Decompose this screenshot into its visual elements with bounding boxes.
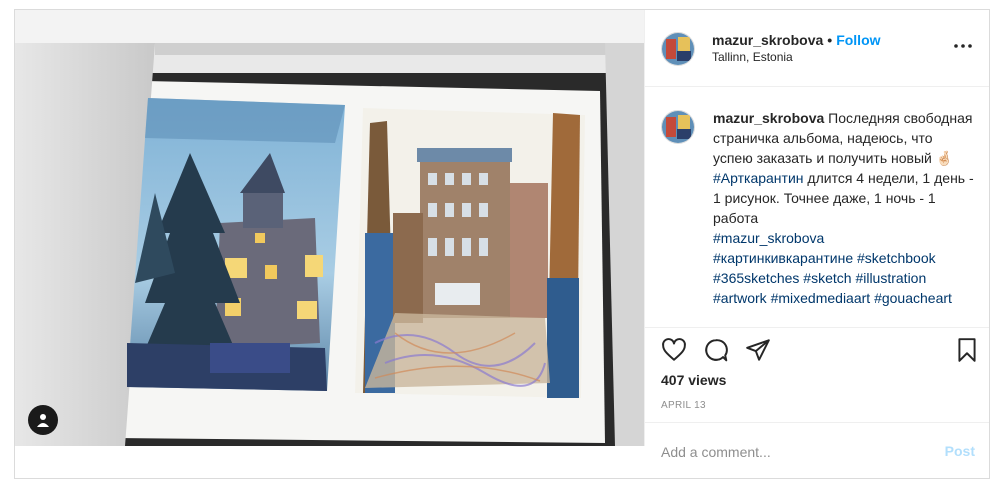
instagram-post: mazur_skrobova•Follow Tallinn, Estonia — [14, 9, 990, 479]
emoji: 🤞🏻 — [935, 150, 954, 166]
sketchbook-image — [15, 43, 644, 446]
hashtag-link[interactable]: #sketchbook — [857, 250, 936, 266]
hashtag-link[interactable]: #gouacheart — [874, 290, 952, 306]
username-link[interactable]: mazur_skrobova — [712, 32, 823, 48]
post-header: mazur_skrobova • Follow Tallinn, Estonia — [645, 10, 989, 87]
hashtag-link[interactable]: #mixedmediaart — [771, 290, 871, 306]
bookmark-icon[interactable] — [954, 337, 980, 363]
avatar[interactable] — [661, 32, 695, 66]
hashtag-link[interactable]: #Арткарантин — [713, 170, 804, 186]
more-options-icon[interactable] — [951, 38, 975, 54]
hashtag-link[interactable]: #365sketches — [713, 270, 799, 286]
post-comment-button[interactable]: Post — [945, 443, 975, 459]
comment-input[interactable] — [661, 441, 921, 463]
post-media[interactable] — [15, 10, 645, 446]
caption-section: mazur_skrobova Последняя свободная стран… — [645, 87, 989, 328]
action-bar — [645, 333, 989, 373]
heart-icon[interactable] — [661, 337, 687, 363]
caption-username[interactable]: mazur_skrobova — [713, 110, 824, 126]
hashtag-link[interactable]: #illustration — [855, 270, 926, 286]
hashtag-link[interactable]: #sketch — [803, 270, 851, 286]
caption-text: mazur_skrobova Последняя свободная стран… — [713, 108, 975, 308]
comment-form: Post — [645, 422, 989, 479]
view-count[interactable]: 407 views — [661, 372, 726, 388]
video-player[interactable] — [15, 43, 644, 446]
comment-icon[interactable] — [703, 337, 729, 363]
hashtag-link[interactable]: #mazur_skrobova — [713, 230, 824, 246]
user-tag-icon[interactable] — [28, 405, 58, 435]
hashtag-link[interactable]: #artwork — [713, 290, 767, 306]
paper-plane-icon[interactable] — [745, 337, 771, 363]
post-date[interactable]: APRIL 13 — [661, 400, 706, 411]
post-side-panel: mazur_skrobova•Follow Tallinn, Estonia — [645, 10, 989, 478]
location-link[interactable]: Tallinn, Estonia — [712, 50, 793, 64]
separator-dot: • — [827, 32, 833, 48]
follow-button[interactable]: Follow — [836, 32, 880, 48]
caption-avatar[interactable] — [661, 110, 695, 144]
post-author: mazur_skrobova • Follow — [712, 32, 881, 48]
hashtag-link[interactable]: #картинкивкарантине — [713, 250, 853, 266]
